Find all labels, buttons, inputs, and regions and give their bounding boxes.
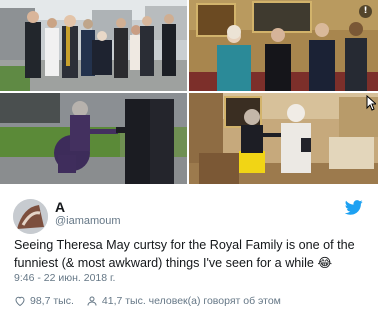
like-count: 98,7 тыс. [30,295,74,307]
twitter-bird-icon[interactable] [345,200,363,215]
tweet-text: Seeing Theresa May curtsy for the Royal … [14,236,370,272]
handshake-gold-room-photo[interactable]: ! [189,0,378,91]
curtsy-queen-palace-photo[interactable] [189,93,378,184]
tweet-actions: 98,7 тыс. 41,7 тыс. человек(а) говорят о… [14,294,281,308]
heart-icon [15,296,25,307]
tweet-card: ! A @iamamoum Seeing Theresa May curtsy … [0,0,378,317]
person-icon [87,296,97,306]
curtsy-outdoor-photo[interactable] [0,93,187,184]
royal-family-outdoor-photo[interactable] [0,0,187,91]
photo-grid: ! [0,0,378,184]
user-display-name[interactable]: A [55,199,65,215]
info-icon[interactable]: ! [359,5,372,18]
people-talking-count: 41,7 тыс. человек(а) говорят об этом [101,295,281,307]
user-handle[interactable]: @iamamoum [55,215,121,227]
tweet-text-body: Seeing Theresa May curtsy for the Royal … [14,238,355,270]
tweet-timestamp[interactable]: 9:46 - 22 июн. 2018 г. [14,272,115,284]
avatar[interactable] [13,199,48,234]
people-talking-button[interactable]: 41,7 тыс. человек(а) говорят об этом [86,295,281,307]
tears-of-joy-emoji: 😂 [317,255,333,270]
mouse-cursor-icon [366,95,376,111]
like-button[interactable]: 98,7 тыс. [14,295,74,307]
